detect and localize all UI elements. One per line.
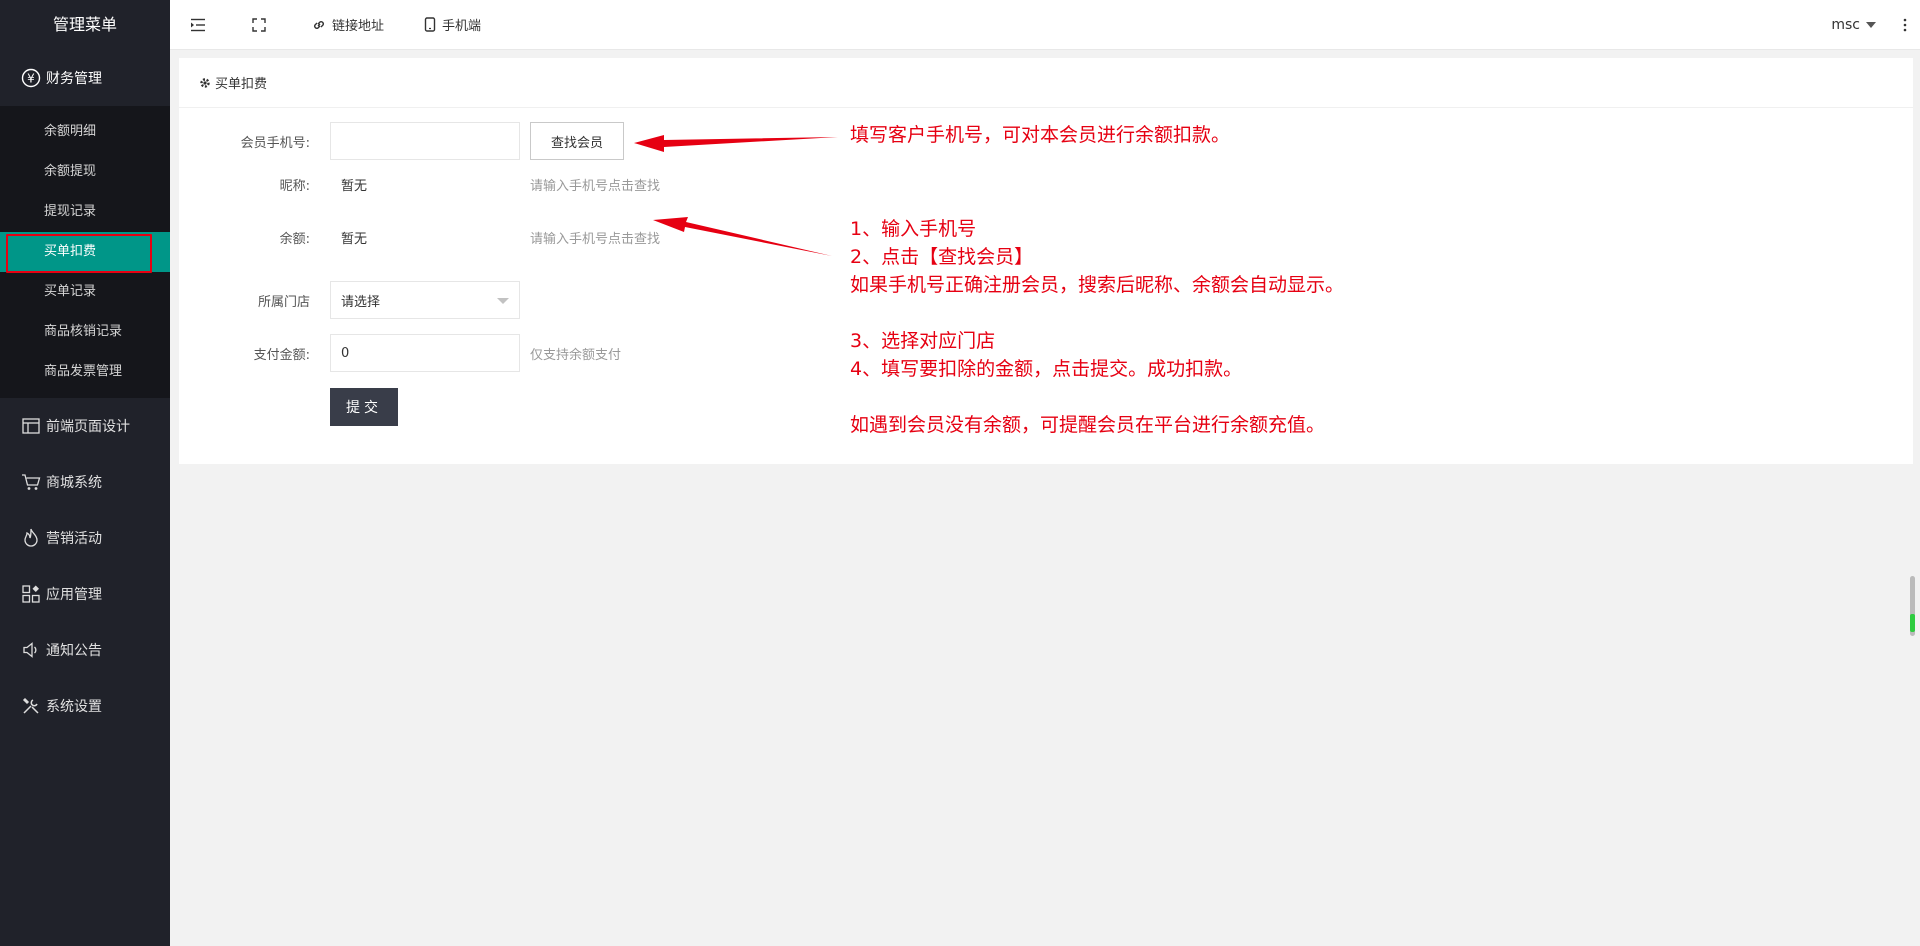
sidebar-item-balance-detail[interactable]: 余额明细: [0, 112, 170, 152]
sidebar: 管理菜单 ¥ 财务管理 余额明细 余额提现 提现记录 买单扣费 买单记录 商品核…: [0, 0, 170, 946]
layout-icon: [20, 415, 42, 437]
amount-label: 支付金额:: [253, 347, 310, 363]
tools-icon: [20, 695, 42, 717]
store-row: 所属门店 请选择: [179, 281, 779, 319]
user-menu[interactable]: msc: [1817, 17, 1890, 33]
link-address-label: 链接地址: [332, 19, 385, 34]
card-header: 买单扣费: [179, 58, 1913, 108]
menu-title: 管理菜单: [0, 0, 170, 50]
sidebar-item-pay-deduct[interactable]: 买单扣费: [0, 232, 170, 273]
more-vertical-icon: [1903, 18, 1907, 31]
indent-icon: [191, 18, 205, 31]
annotation-tip: 如遇到会员没有余额，可提醒会员在平台进行余额充值。: [850, 414, 1326, 436]
sidebar-item-notice[interactable]: 通知公告: [0, 622, 170, 678]
sidebar-item-marketing[interactable]: 营销活动: [0, 510, 170, 566]
select-caret-icon: [497, 298, 509, 304]
amount-input[interactable]: 0: [330, 334, 520, 372]
fullscreen-icon: [252, 17, 266, 32]
sidebar-item-label: 系统设置: [46, 699, 102, 715]
phone-row: 会员手机号: 查找会员: [179, 122, 779, 160]
sidebar-item-label: 商城系统: [46, 475, 102, 491]
annotation-step-1: 1、输入手机号: [850, 218, 977, 240]
gear-icon: [200, 77, 210, 88]
nickname-row: 昵称: 暂无 请输入手机号点击查找: [179, 174, 979, 194]
sidebar-item-withdraw-records[interactable]: 提现记录: [0, 192, 170, 232]
link-icon: [314, 20, 324, 29]
sidebar-item-invoice-manage[interactable]: 商品发票管理: [0, 352, 170, 392]
toggle-sidebar-button[interactable]: [170, 0, 232, 50]
sidebar-item-frontend-design[interactable]: 前端页面设计: [0, 398, 170, 454]
annotation-step-2: 2、点击【查找会员】: [850, 246, 1034, 268]
finance-submenu: 余额明细 余额提现 提现记录 买单扣费 买单记录 商品核销记录 商品发票管理: [0, 106, 170, 398]
sidebar-item-label: 前端页面设计: [46, 419, 130, 435]
phone-label: 会员手机号:: [240, 135, 310, 151]
sidebar-group-label: 财务管理: [46, 71, 102, 87]
store-label: 所属门店: [257, 294, 310, 310]
sidebar-item-apps[interactable]: 应用管理: [0, 566, 170, 622]
sidebar-item-label: 应用管理: [46, 587, 102, 603]
sidebar-item-settings[interactable]: 系统设置: [0, 678, 170, 734]
find-member-button[interactable]: 查找会员: [530, 122, 624, 160]
annotation-step-3: 3、选择对应门店: [850, 330, 996, 352]
speaker-icon: [20, 639, 42, 661]
pay-deduct-card: 买单扣费 会员手机号: 查找会员 昵称: 暂无 请输入手机号点击查找 余额: 暂…: [179, 58, 1913, 464]
user-name: msc: [1831, 16, 1860, 33]
sidebar-item-pay-records[interactable]: 买单记录: [0, 272, 170, 312]
sidebar-group-finance[interactable]: ¥ 财务管理: [0, 50, 170, 106]
yen-icon: ¥: [20, 67, 42, 89]
caret-down-icon: [1866, 21, 1876, 28]
fullscreen-button[interactable]: [232, 0, 292, 50]
mobile-label: 手机端: [442, 19, 482, 34]
mobile-icon: [424, 17, 436, 32]
submit-button[interactable]: 提交: [330, 388, 398, 426]
balance-value: 暂无: [341, 231, 368, 247]
sidebar-item-verify-records[interactable]: 商品核销记录: [0, 312, 170, 352]
nickname-hint: 请输入手机号点击查找: [530, 178, 661, 194]
amount-hint: 仅支持余额支付: [530, 347, 622, 363]
balance-label: 余额:: [279, 231, 310, 247]
scroll-indicator: [1910, 614, 1915, 632]
nickname-label: 昵称:: [279, 178, 310, 194]
mobile-button[interactable]: 手机端: [404, 0, 501, 50]
sidebar-item-balance-withdraw[interactable]: 余额提现: [0, 152, 170, 192]
balance-hint: 请输入手机号点击查找: [530, 231, 661, 247]
nickname-value: 暂无: [341, 178, 368, 194]
sidebar-item-label: 通知公告: [46, 643, 102, 659]
annotation-note-1: 填写客户手机号，可对本会员进行余额扣款。: [850, 124, 1231, 146]
store-select[interactable]: 请选择: [330, 281, 520, 319]
apps-icon: [20, 583, 42, 605]
cart-icon: [20, 471, 42, 493]
link-address-button[interactable]: 链接地址: [292, 0, 404, 50]
annotation-step-4: 4、填写要扣除的金额，点击提交。成功扣款。: [850, 358, 1243, 380]
submit-row: 提交: [179, 388, 779, 426]
fire-icon: [20, 527, 42, 549]
sidebar-item-mall[interactable]: 商城系统: [0, 454, 170, 510]
top-header: 链接地址 手机端 msc: [170, 0, 1920, 50]
svg-text:¥: ¥: [27, 72, 35, 86]
card-title: 买单扣费: [215, 77, 268, 92]
phone-input[interactable]: [330, 122, 520, 160]
annotation-explain: 如果手机号正确注册会员，搜索后昵称、余额会自动显示。: [850, 274, 1345, 296]
store-select-value: 请选择: [341, 294, 381, 310]
more-button[interactable]: [1890, 18, 1920, 32]
sidebar-item-label: 营销活动: [46, 531, 102, 547]
